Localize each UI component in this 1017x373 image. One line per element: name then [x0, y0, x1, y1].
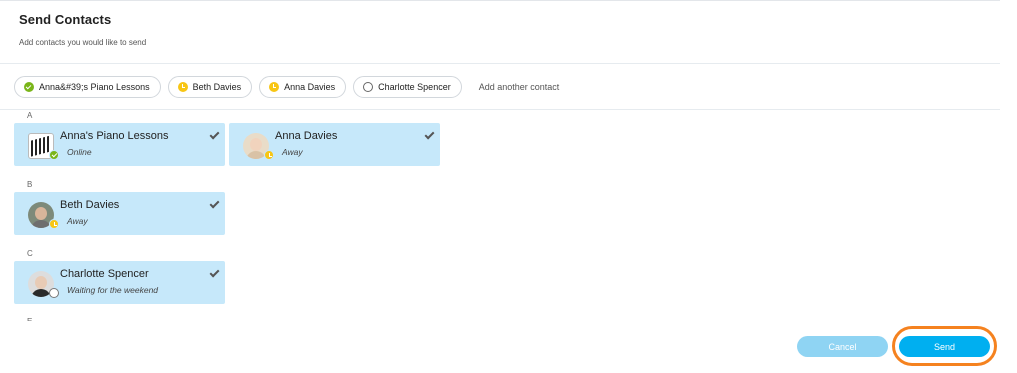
contact-name: Anna's Piano Lessons — [60, 130, 169, 142]
online-status-icon — [24, 82, 34, 92]
dialog-title: Send Contacts — [19, 12, 112, 27]
contact-list[interactable]: A Anna's Piano Lessons Online Anna Davie… — [14, 111, 1014, 321]
cancel-button[interactable]: Cancel — [797, 336, 888, 357]
away-status-icon — [49, 219, 59, 229]
header-divider — [0, 63, 1000, 64]
contact-status: Away — [67, 216, 88, 226]
section-letter-c: C — [27, 249, 33, 258]
away-status-icon — [264, 150, 274, 160]
contact-status: Online — [67, 147, 92, 157]
contact-name: Beth Davies — [60, 199, 120, 211]
contact-name: Charlotte Spencer — [60, 268, 149, 280]
away-status-icon — [177, 82, 188, 92]
chip-annas-piano-lessons[interactable]: Anna&#39;s Piano Lessons — [14, 76, 161, 98]
checkmark-icon — [209, 198, 220, 209]
section-letter-a: A — [27, 111, 33, 120]
dialog-header: Send Contacts — [19, 12, 111, 27]
offline-status-icon — [363, 82, 374, 92]
send-button[interactable]: Send — [899, 336, 990, 357]
chip-beth-davies[interactable]: Beth Davies — [167, 76, 253, 98]
checkmark-icon — [424, 129, 435, 140]
contact-status: Waiting for the weekend — [67, 285, 159, 295]
chip-charlotte-spencer[interactable]: Charlotte Spencer — [353, 76, 462, 98]
contact-name: Anna Davies — [275, 130, 338, 142]
chip-label: Anna&#39;s Piano Lessons — [39, 82, 150, 92]
dialog-subtitle: Add contacts you would like to send — [19, 38, 147, 47]
chip-label: Beth Davies — [192, 82, 242, 92]
section-letter-e: E — [27, 317, 32, 321]
contact-card-beth-davies[interactable]: Beth Davies Away — [14, 192, 225, 235]
checkmark-icon — [209, 129, 220, 140]
offline-status-icon — [49, 288, 59, 298]
contact-status: Away — [282, 147, 303, 157]
online-status-icon — [49, 150, 59, 160]
contact-card-annas-piano-lessons[interactable]: Anna's Piano Lessons Online — [14, 123, 225, 166]
chip-label: Charlotte Spencer — [378, 82, 451, 92]
chip-anna-davies[interactable]: Anna Davies — [259, 76, 347, 98]
contact-card-charlotte-spencer[interactable]: Charlotte Spencer Waiting for the weeken… — [14, 261, 225, 304]
contact-card-anna-davies[interactable]: Anna Davies Away — [229, 123, 440, 166]
selected-contacts-bar: Anna&#39;s Piano Lessons Beth Davies Ann… — [14, 76, 559, 98]
top-divider — [0, 0, 1000, 1]
chip-label: Anna Davies — [284, 82, 336, 92]
away-status-icon — [269, 82, 280, 92]
add-contact-input[interactable]: Add another contact — [479, 82, 560, 92]
checkmark-icon — [209, 267, 220, 278]
chips-divider — [0, 109, 1000, 110]
section-letter-b: B — [27, 180, 33, 189]
